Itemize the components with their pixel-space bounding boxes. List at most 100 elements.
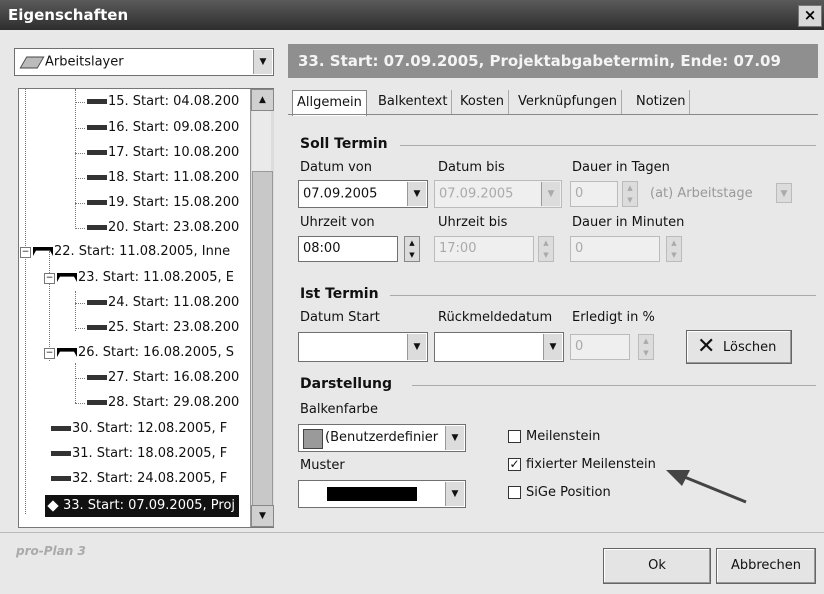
tree-item[interactable]: 25. Start: 23.08.200 <box>75 317 239 339</box>
rueckmelde-label: Rückmeldedatum <box>438 310 553 325</box>
dauer-min-field[interactable]: 0 <box>570 236 660 262</box>
dauer-min-spinner[interactable]: ▲ ▼ <box>666 236 682 262</box>
tab-verknuepfungen[interactable]: Verknüpfungen <box>514 90 623 114</box>
brand-logo: pro-Plan 3 <box>16 544 86 558</box>
scroll-up-icon[interactable]: ▲ <box>251 89 274 111</box>
tree-scrollbar[interactable]: ▲ ▼ <box>250 89 274 527</box>
erledigt-field[interactable]: 0 <box>570 334 630 360</box>
uhrzeit-bis-label: Uhrzeit bis <box>438 215 508 230</box>
fixierter-meilenstein-checkbox[interactable]: ✓ <box>508 458 521 471</box>
uhrzeit-von-spinner[interactable]: ▲ ▼ <box>404 236 420 262</box>
window-title: Eigenschaften <box>8 6 129 24</box>
layer-select[interactable]: Arbeitslayer ▼ <box>14 48 274 76</box>
soll-termin-title: Soll Termin <box>300 136 388 152</box>
uhrzeit-von-field[interactable]: 08:00 <box>298 236 398 262</box>
tree-item[interactable]: 28. Start: 29.08.200 <box>75 392 239 414</box>
datum-bis-select[interactable]: 07.09.2005 ▼ <box>434 180 562 208</box>
fixierter-meilenstein-label: fixierter Meilenstein <box>526 457 656 472</box>
tree-item[interactable]: 22. Start: 11.08.2005, Inne <box>33 241 230 263</box>
muster-label: Muster <box>300 458 345 473</box>
uhrzeit-bis-spinner[interactable]: ▲ ▼ <box>538 236 554 262</box>
ist-termin-title: Ist Termin <box>300 286 379 302</box>
task-bar-icon <box>87 400 107 405</box>
chevron-down-icon[interactable]: ▼ <box>445 482 464 506</box>
tree-item[interactable]: 19. Start: 15.08.200 <box>75 192 239 214</box>
darstellung-title: Darstellung <box>300 376 393 392</box>
layer-icon <box>19 56 45 68</box>
task-bar-icon <box>87 175 107 180</box>
task-bar-icon <box>51 426 71 431</box>
task-tree[interactable]: 15. Start: 04.08.200 16. Start: 09.08.20… <box>18 88 274 528</box>
tab-allgemein[interactable]: Allgemein <box>292 90 367 116</box>
abbrechen-button[interactable]: Abbrechen <box>716 548 816 584</box>
tree-item[interactable]: 24. Start: 11.08.200 <box>75 292 239 314</box>
tree-item[interactable]: 32. Start: 24.08.2005, F <box>51 468 227 490</box>
title-bar: Eigenschaften × <box>0 0 824 30</box>
tree-item[interactable]: 31. Start: 18.08.2005, F <box>51 443 227 465</box>
arbeitstage-chevron-icon[interactable]: ▼ <box>776 183 792 203</box>
tree-item[interactable]: 18. Start: 11.08.200 <box>75 167 239 189</box>
tree-item[interactable]: 23. Start: 11.08.2005, E <box>57 267 234 289</box>
task-bar-icon <box>87 200 107 205</box>
dauer-tage-label: Dauer in Tagen <box>572 160 670 175</box>
tab-balkentext[interactable]: Balkentext <box>374 90 453 114</box>
collapse-icon[interactable]: − <box>44 273 55 284</box>
tree-line <box>25 89 26 514</box>
sige-checkbox[interactable] <box>508 486 521 499</box>
tree-item[interactable]: 27. Start: 16.08.200 <box>75 367 239 389</box>
task-bar-icon <box>87 125 107 130</box>
datum-von-select[interactable]: 07.09.2005 ▼ <box>298 180 428 208</box>
tree-item-selected[interactable]: 33. Start: 07.09.2005, Proj <box>45 495 240 517</box>
tree-line <box>49 251 50 361</box>
task-bar-icon <box>87 225 107 230</box>
pattern-swatch <box>327 487 417 501</box>
chevron-down-icon[interactable]: ▼ <box>445 426 464 450</box>
milestone-icon <box>47 499 59 512</box>
balkenfarbe-label: Balkenfarbe <box>300 402 378 417</box>
tab-notizen[interactable]: Notizen <box>632 90 691 114</box>
ok-button[interactable]: Ok <box>603 548 711 584</box>
scroll-down-icon[interactable]: ▼ <box>251 505 274 527</box>
balkenfarbe-select[interactable]: (Benutzerdefinier ▼ <box>298 424 466 452</box>
muster-select[interactable]: ▼ <box>298 480 466 508</box>
erledigt-spinner[interactable]: ▲ ▼ <box>638 334 654 360</box>
annotation-arrow-icon <box>666 470 747 504</box>
close-button[interactable]: × <box>798 5 822 27</box>
task-bar-icon <box>87 325 107 330</box>
datum-bis-label: Datum bis <box>438 160 505 175</box>
dauer-min-label: Dauer in Minuten <box>572 215 685 230</box>
scroll-thumb[interactable] <box>252 171 273 507</box>
dauer-tage-spinner[interactable]: ▲ ▼ <box>622 181 638 207</box>
chevron-down-icon[interactable]: ▼ <box>407 182 426 206</box>
task-header: 33. Start: 07.09.2005, Projektabgabeterm… <box>288 44 818 78</box>
dauer-tage-field[interactable]: 0 <box>570 181 618 207</box>
tree-item[interactable]: 30. Start: 12.08.2005, F <box>51 418 227 440</box>
task-bar-icon <box>87 375 107 380</box>
chevron-down-icon[interactable]: ▼ <box>253 50 272 74</box>
chevron-down-icon[interactable]: ▼ <box>407 334 426 360</box>
datum-start-select[interactable]: ▼ <box>298 332 428 362</box>
task-bar-icon <box>87 150 107 155</box>
collapse-icon[interactable]: − <box>20 247 31 258</box>
chevron-down-icon[interactable]: ▼ <box>541 182 560 206</box>
tree-item[interactable]: 17. Start: 10.08.200 <box>75 142 239 164</box>
chevron-down-icon[interactable]: ▼ <box>543 334 562 360</box>
uhrzeit-bis-field[interactable]: 17:00 <box>434 236 534 262</box>
uhrzeit-von-label: Uhrzeit von <box>300 215 375 230</box>
tree-item[interactable]: 20. Start: 23.08.200 <box>75 217 239 239</box>
x-icon: ✕ <box>697 334 716 359</box>
datum-start-label: Datum Start <box>300 310 380 325</box>
rueckmelde-select[interactable]: ▼ <box>434 332 564 362</box>
tree-item[interactable]: 16. Start: 09.08.200 <box>75 117 239 139</box>
tab-kosten[interactable]: Kosten <box>456 90 509 114</box>
meilenstein-checkbox[interactable] <box>508 430 521 443</box>
collapse-icon[interactable]: − <box>44 348 55 359</box>
erledigt-label: Erledigt in % <box>572 310 655 325</box>
tree-item[interactable]: 15. Start: 04.08.200 <box>75 91 239 113</box>
layer-value: Arbeitslayer <box>45 54 124 70</box>
tree-item[interactable]: 26. Start: 16.08.2005, S <box>57 342 234 364</box>
sige-label: SiGe Position <box>526 485 611 500</box>
arbeitstage-value: (at) Arbeitstage <box>650 186 753 201</box>
loeschen-button[interactable]: ✕ Löschen <box>686 330 792 364</box>
task-bar-icon <box>87 99 107 104</box>
